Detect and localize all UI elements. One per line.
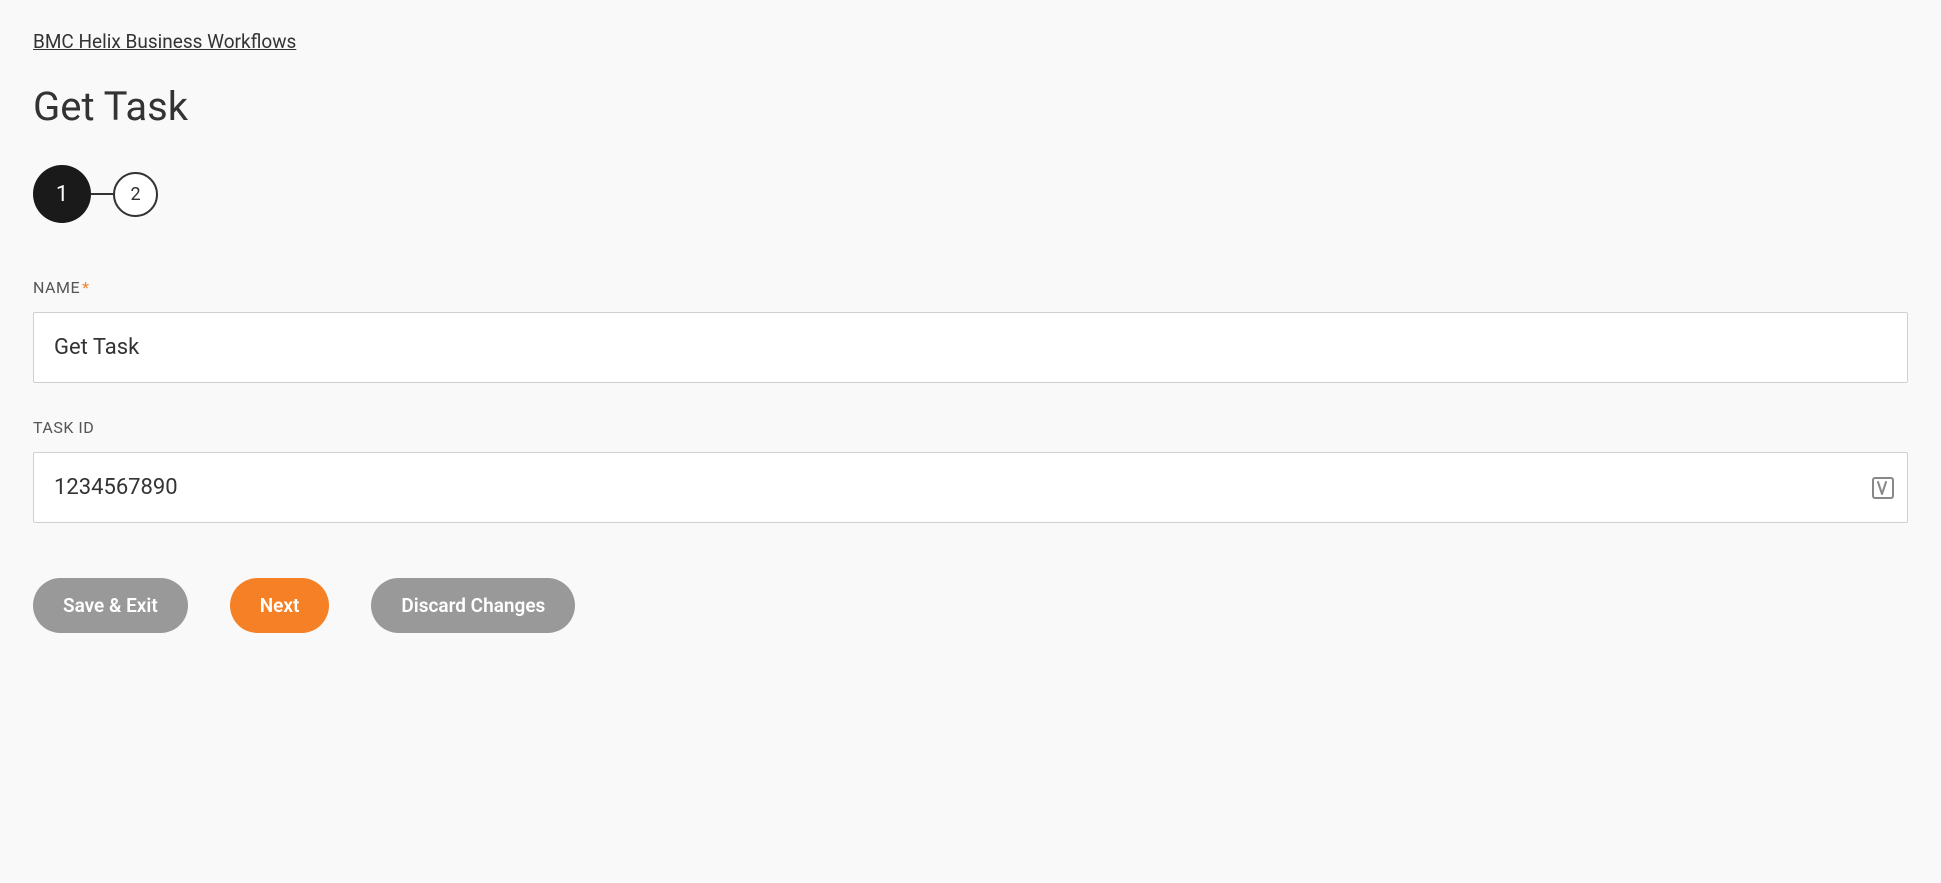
wizard-step-connector — [91, 193, 113, 195]
name-input[interactable] — [33, 312, 1908, 383]
variable-icon[interactable] — [1870, 475, 1896, 501]
wizard-step-2[interactable]: 2 — [113, 172, 158, 217]
name-label-text: NAME — [33, 278, 80, 297]
wizard-steps: 1 2 — [33, 165, 1908, 223]
button-row: Save & Exit Next Discard Changes — [33, 578, 1908, 633]
breadcrumb-link[interactable]: BMC Helix Business Workflows — [33, 30, 296, 53]
discard-changes-button[interactable]: Discard Changes — [371, 578, 575, 633]
taskid-input-wrapper — [33, 452, 1908, 523]
required-asterisk-icon: * — [82, 278, 89, 297]
save-exit-button[interactable]: Save & Exit — [33, 578, 188, 633]
wizard-step-1[interactable]: 1 — [33, 165, 91, 223]
next-button[interactable]: Next — [230, 578, 330, 633]
taskid-label: TASK ID — [33, 418, 1908, 437]
name-label: NAME* — [33, 278, 1908, 297]
form-group-taskid: TASK ID — [33, 418, 1908, 523]
taskid-input[interactable] — [33, 452, 1908, 523]
page-title: Get Task — [33, 83, 1908, 130]
form-group-name: NAME* — [33, 278, 1908, 383]
